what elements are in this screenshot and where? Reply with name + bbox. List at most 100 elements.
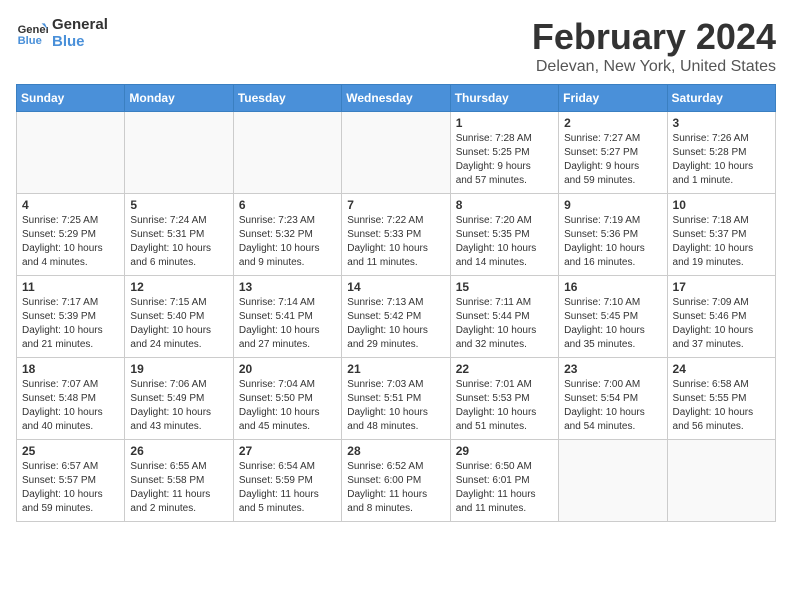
calendar-cell: 15 Sunrise: 7:11 AM Sunset: 5:44 PM Dayli…: [450, 276, 558, 358]
day-number: 12: [130, 280, 227, 294]
calendar-table: SundayMondayTuesdayWednesdayThursdayFrid…: [16, 84, 776, 522]
day-number: 15: [456, 280, 553, 294]
cell-info: Sunrise: 7:18 AM Sunset: 5:37 PM Dayligh…: [673, 214, 770, 270]
day-number: 27: [239, 444, 336, 458]
header: General Blue General Blue February 2024 …: [16, 16, 776, 76]
day-number: 17: [673, 280, 770, 294]
calendar-cell: 21Sunrise: 7:03 AM Sunset: 5:51 PM Dayli…: [342, 358, 450, 440]
calendar-cell: 7Sunrise: 7:22 AM Sunset: 5:33 PM Daylig…: [342, 194, 450, 276]
day-number: 22: [456, 362, 553, 376]
calendar-cell: 18 Sunrise: 7:07 AM Sunset: 5:48 PM Dayli…: [17, 358, 125, 440]
calendar-cell: 14 Sunrise: 7:13 AM Sunset: 5:42 PM Dayli…: [342, 276, 450, 358]
day-number: 29: [456, 444, 553, 458]
cell-info: Sunrise: 6:55 AM Sunset: 5:58 PM Dayligh…: [130, 460, 227, 516]
cell-info: Sunrise: 7:00 AM Sunset: 5:54 PM Dayligh…: [564, 378, 661, 434]
day-number: 10: [673, 198, 770, 212]
day-number: 23: [564, 362, 661, 376]
cell-info: Sunrise: 7:15 AM Sunset: 5:40 PM Dayligh…: [130, 296, 227, 352]
cell-info: Sunrise: 7:17 AM Sunset: 5:39 PM Dayligh…: [22, 296, 119, 352]
week-row-2: 4Sunrise: 7:25 AM Sunset: 5:29 PM Daylig…: [17, 194, 776, 276]
day-number: 3: [673, 116, 770, 130]
cell-info: Sunrise: 6:52 AM Sunset: 6:00 PM Dayligh…: [347, 460, 444, 516]
week-row-1: 1 Sunrise: 7:28 AM Sunset: 5:25 PM Daylig…: [17, 112, 776, 194]
cell-info: Sunrise: 7:25 AM Sunset: 5:29 PM Dayligh…: [22, 214, 119, 270]
day-number: 28: [347, 444, 444, 458]
day-number: 11: [22, 280, 119, 294]
cell-info: Sunrise: 6:50 AM Sunset: 6:01 PM Dayligh…: [456, 460, 553, 516]
day-number: 5: [130, 198, 227, 212]
calendar-cell: [17, 112, 125, 194]
calendar-cell: 27 Sunrise: 6:54 AM Sunset: 5:59 PM Dayli…: [233, 440, 341, 522]
cell-info: Sunrise: 6:58 AM Sunset: 5:55 PM Dayligh…: [673, 378, 770, 434]
calendar-cell: 12 Sunrise: 7:15 AM Sunset: 5:40 PM Dayli…: [125, 276, 233, 358]
calendar-cell: 3 Sunrise: 7:26 AM Sunset: 5:28 PM Daylig…: [667, 112, 775, 194]
day-number: 20: [239, 362, 336, 376]
cell-info: Sunrise: 7:24 AM Sunset: 5:31 PM Dayligh…: [130, 214, 227, 270]
calendar-cell: 24Sunrise: 6:58 AM Sunset: 5:55 PM Dayli…: [667, 358, 775, 440]
cell-info: Sunrise: 7:27 AM Sunset: 5:27 PM Dayligh…: [564, 132, 661, 188]
cell-info: Sunrise: 7:04 AM Sunset: 5:50 PM Dayligh…: [239, 378, 336, 434]
cell-info: Sunrise: 7:23 AM Sunset: 5:32 PM Dayligh…: [239, 214, 336, 270]
cell-info: Sunrise: 7:11 AM Sunset: 5:44 PM Dayligh…: [456, 296, 553, 352]
cell-info: Sunrise: 7:10 AM Sunset: 5:45 PM Dayligh…: [564, 296, 661, 352]
calendar-cell: 9 Sunrise: 7:19 AM Sunset: 5:36 PM Daylig…: [559, 194, 667, 276]
calendar-cell: 4Sunrise: 7:25 AM Sunset: 5:29 PM Daylig…: [17, 194, 125, 276]
col-header-friday: Friday: [559, 85, 667, 112]
calendar-cell: 6 Sunrise: 7:23 AM Sunset: 5:32 PM Daylig…: [233, 194, 341, 276]
day-number: 2: [564, 116, 661, 130]
day-number: 8: [456, 198, 553, 212]
cell-info: Sunrise: 7:19 AM Sunset: 5:36 PM Dayligh…: [564, 214, 661, 270]
calendar-cell: 10 Sunrise: 7:18 AM Sunset: 5:37 PM Dayli…: [667, 194, 775, 276]
calendar-cell: 25 Sunrise: 6:57 AM Sunset: 5:57 PM Dayli…: [17, 440, 125, 522]
calendar-cell: 8 Sunrise: 7:20 AM Sunset: 5:35 PM Daylig…: [450, 194, 558, 276]
col-header-monday: Monday: [125, 85, 233, 112]
day-number: 6: [239, 198, 336, 212]
logo-line2: Blue: [52, 33, 108, 50]
cell-info: Sunrise: 6:57 AM Sunset: 5:57 PM Dayligh…: [22, 460, 119, 516]
calendar-subtitle: Delevan, New York, United States: [532, 58, 776, 76]
calendar-cell: 16 Sunrise: 7:10 AM Sunset: 5:45 PM Dayli…: [559, 276, 667, 358]
day-number: 13: [239, 280, 336, 294]
cell-info: Sunrise: 7:07 AM Sunset: 5:48 PM Dayligh…: [22, 378, 119, 434]
cell-info: Sunrise: 7:13 AM Sunset: 5:42 PM Dayligh…: [347, 296, 444, 352]
week-row-3: 11 Sunrise: 7:17 AM Sunset: 5:39 PM Dayli…: [17, 276, 776, 358]
day-number: 25: [22, 444, 119, 458]
calendar-cell: 17 Sunrise: 7:09 AM Sunset: 5:46 PM Dayli…: [667, 276, 775, 358]
calendar-cell: 26Sunrise: 6:55 AM Sunset: 5:58 PM Dayli…: [125, 440, 233, 522]
calendar-cell: 2 Sunrise: 7:27 AM Sunset: 5:27 PM Daylig…: [559, 112, 667, 194]
logo-line1: General: [52, 16, 108, 33]
day-number: 16: [564, 280, 661, 294]
col-header-thursday: Thursday: [450, 85, 558, 112]
day-number: 14: [347, 280, 444, 294]
week-row-4: 18 Sunrise: 7:07 AM Sunset: 5:48 PM Dayli…: [17, 358, 776, 440]
day-number: 18: [22, 362, 119, 376]
cell-info: Sunrise: 7:28 AM Sunset: 5:25 PM Dayligh…: [456, 132, 553, 188]
cell-info: Sunrise: 7:09 AM Sunset: 5:46 PM Dayligh…: [673, 296, 770, 352]
calendar-cell: [559, 440, 667, 522]
calendar-cell: [667, 440, 775, 522]
calendar-cell: 1 Sunrise: 7:28 AM Sunset: 5:25 PM Daylig…: [450, 112, 558, 194]
cell-info: Sunrise: 7:01 AM Sunset: 5:53 PM Dayligh…: [456, 378, 553, 434]
col-header-saturday: Saturday: [667, 85, 775, 112]
calendar-cell: 28 Sunrise: 6:52 AM Sunset: 6:00 PM Dayli…: [342, 440, 450, 522]
logo-icon: General Blue: [16, 17, 48, 49]
calendar-cell: [342, 112, 450, 194]
col-header-sunday: Sunday: [17, 85, 125, 112]
cell-info: Sunrise: 7:26 AM Sunset: 5:28 PM Dayligh…: [673, 132, 770, 188]
cell-info: Sunrise: 7:20 AM Sunset: 5:35 PM Dayligh…: [456, 214, 553, 270]
calendar-cell: 13Sunrise: 7:14 AM Sunset: 5:41 PM Dayli…: [233, 276, 341, 358]
calendar-cell: 23 Sunrise: 7:00 AM Sunset: 5:54 PM Dayli…: [559, 358, 667, 440]
cell-info: Sunrise: 7:06 AM Sunset: 5:49 PM Dayligh…: [130, 378, 227, 434]
day-number: 21: [347, 362, 444, 376]
calendar-cell: 29 Sunrise: 6:50 AM Sunset: 6:01 PM Dayli…: [450, 440, 558, 522]
calendar-cell: [125, 112, 233, 194]
calendar-cell: [233, 112, 341, 194]
calendar-cell: 19 Sunrise: 7:06 AM Sunset: 5:49 PM Dayli…: [125, 358, 233, 440]
day-number: 19: [130, 362, 227, 376]
svg-text:Blue: Blue: [18, 35, 42, 47]
day-number: 9: [564, 198, 661, 212]
calendar-title: February 2024: [532, 16, 776, 58]
title-area: February 2024 Delevan, New York, United …: [532, 16, 776, 76]
cell-info: Sunrise: 6:54 AM Sunset: 5:59 PM Dayligh…: [239, 460, 336, 516]
day-number: 1: [456, 116, 553, 130]
